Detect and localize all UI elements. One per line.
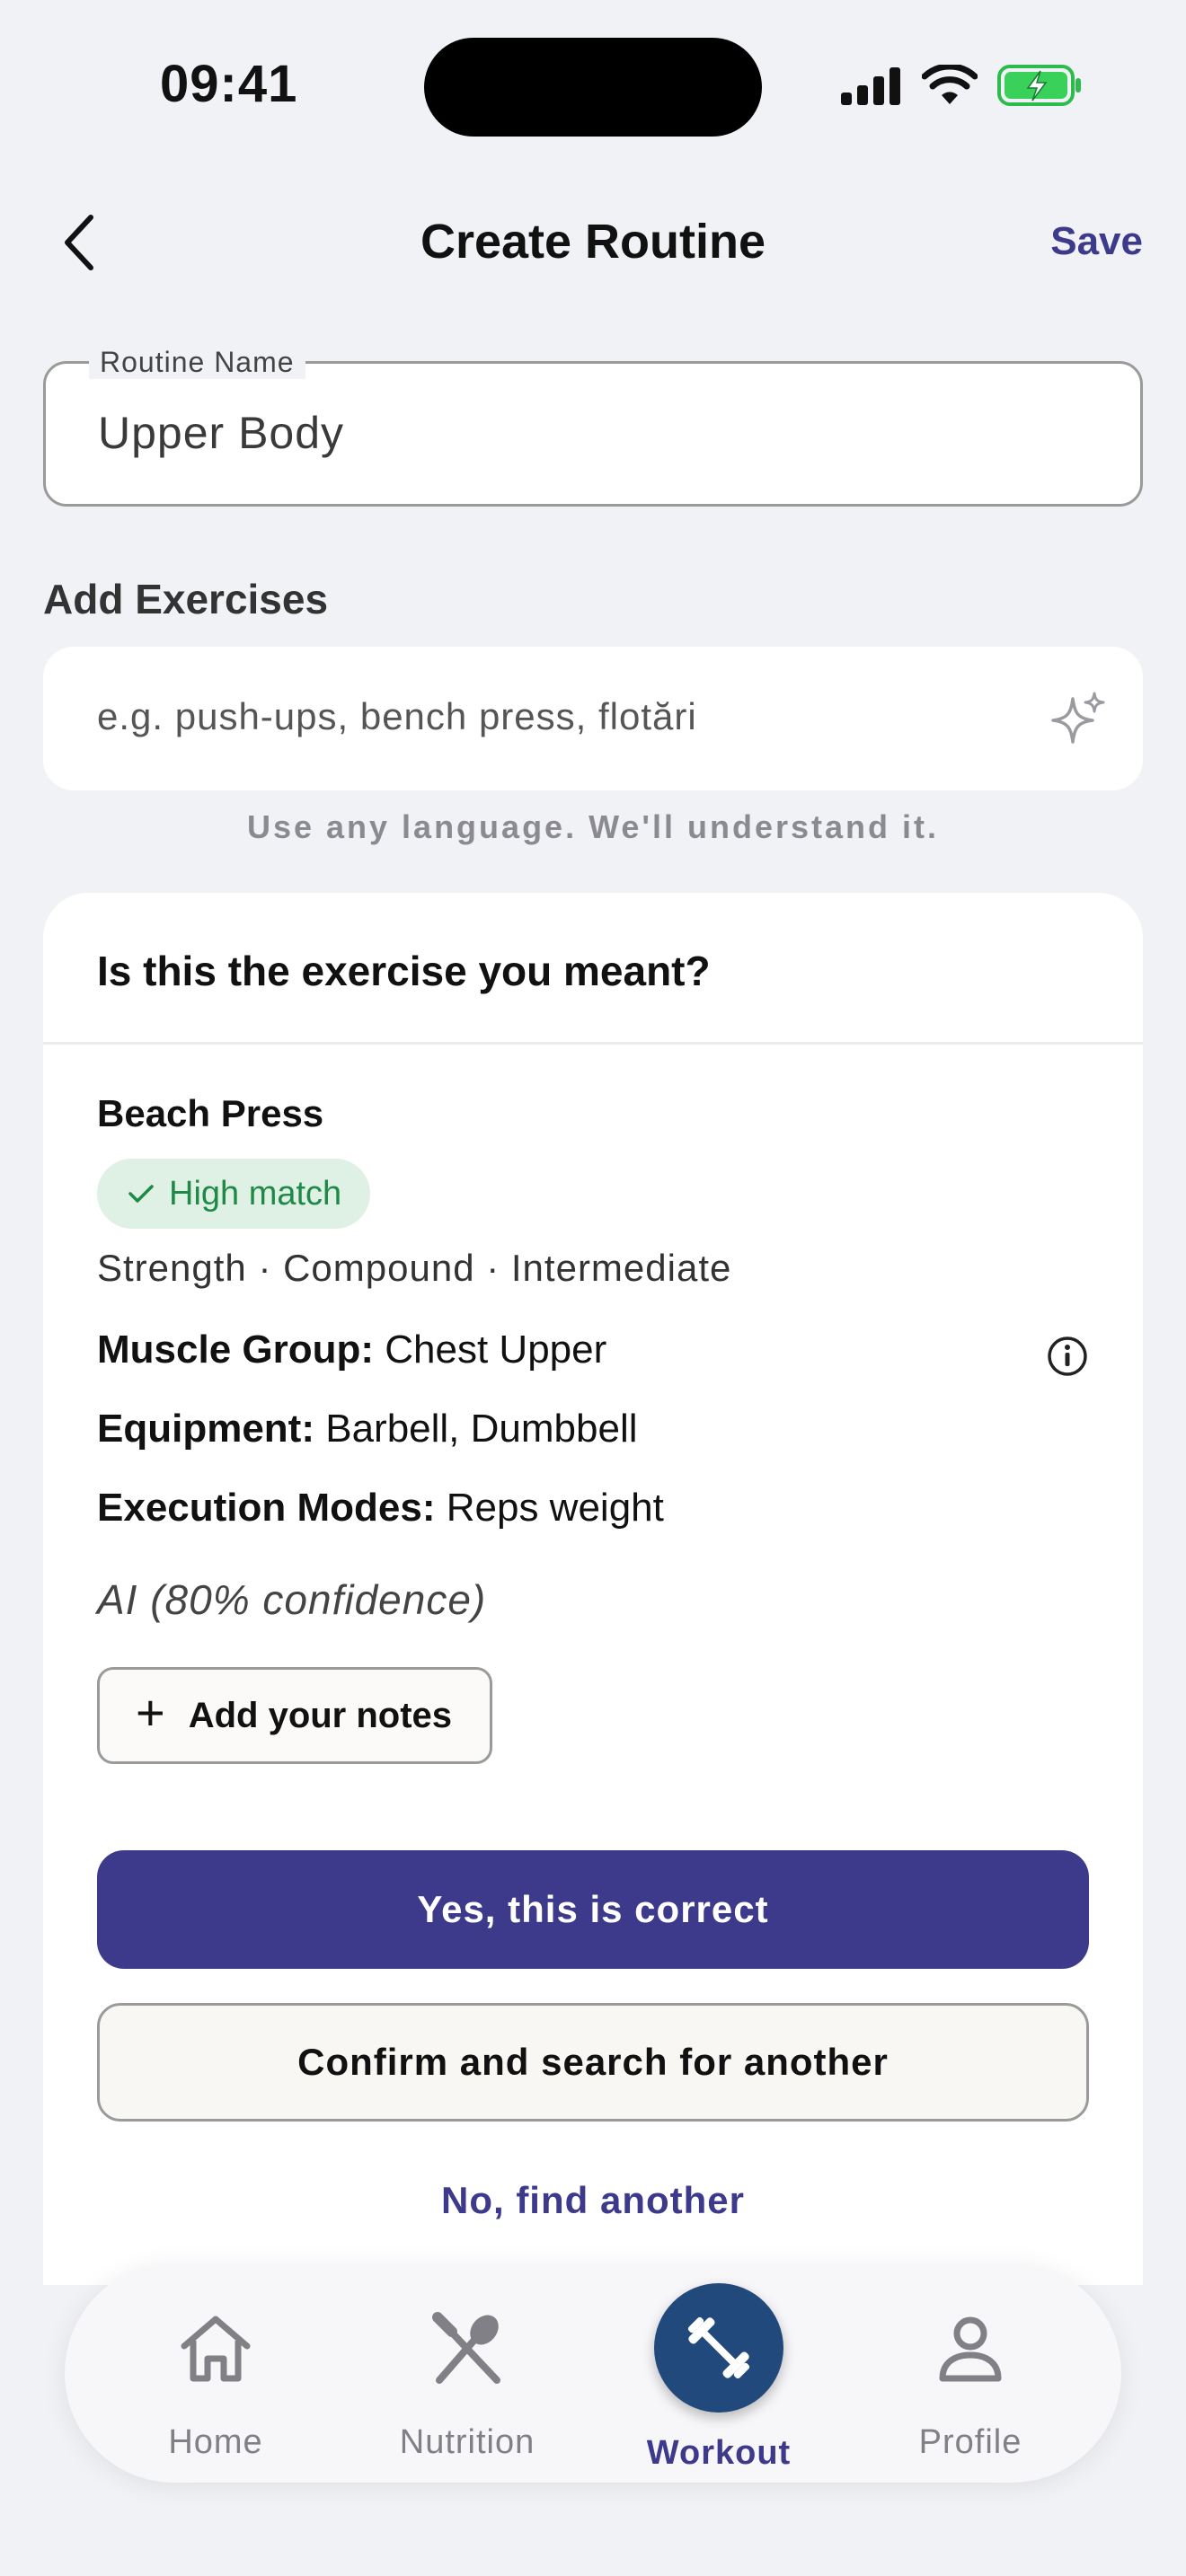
bottom-tab-bar: Home Nutrition Workout Profile (65, 2263, 1121, 2483)
ai-sparkle-icon[interactable] (1049, 690, 1107, 747)
tab-nutrition-label: Nutrition (399, 2423, 535, 2461)
match-badge-label: High match (169, 1174, 342, 1213)
equipment-value: Barbell, Dumbbell (325, 1407, 638, 1451)
tab-profile-label: Profile (918, 2423, 1022, 2461)
workout-active-circle (654, 2283, 783, 2413)
confirm-search-another-button[interactable]: Confirm and search for another (97, 2003, 1089, 2122)
routine-name-value: Upper Body (98, 408, 345, 458)
execution-modes-value: Reps weight (446, 1486, 664, 1530)
tab-workout[interactable]: Workout (620, 2263, 818, 2483)
card-divider (43, 1042, 1143, 1045)
status-bar: 09:41 (0, 0, 1186, 171)
ai-confidence: AI (80% confidence) (97, 1576, 487, 1623)
dynamic-island (424, 38, 762, 137)
tab-home[interactable]: Home (117, 2263, 314, 2483)
confirm-correct-button[interactable]: Yes, this is correct (97, 1850, 1089, 1969)
find-another-link[interactable]: No, find another (43, 2179, 1143, 2222)
exercise-name: Beach Press (97, 1092, 324, 1134)
equipment-row: Equipment: Barbell, Dumbbell (97, 1407, 638, 1451)
wifi-icon (922, 65, 978, 104)
exercise-suggestion-card: Is this the exercise you meant? Beach Pr… (43, 893, 1143, 2285)
tab-home-label: Home (168, 2423, 263, 2461)
routine-name-field[interactable]: Routine Name Upper Body (43, 346, 1143, 507)
execution-modes-row: Execution Modes: Reps weight (97, 1486, 664, 1531)
routine-name-label: Routine Name (89, 346, 305, 379)
dumbbell-icon (687, 2316, 750, 2379)
battery-charging-icon (997, 65, 1081, 106)
suggestion-question: Is this the exercise you meant? (97, 948, 711, 994)
profile-icon (939, 2316, 1002, 2382)
muscle-group-value: Chest Upper (385, 1328, 607, 1372)
status-time: 09:41 (160, 55, 298, 113)
info-icon[interactable] (1046, 1335, 1089, 1378)
tab-nutrition[interactable]: Nutrition (368, 2263, 566, 2483)
muscle-group-label: Muscle Group: (97, 1328, 375, 1372)
signal-icon (841, 67, 900, 105)
search-hint: Use any language. We'll understand it. (246, 808, 940, 845)
home-icon (181, 2316, 251, 2382)
equipment-label: Equipment: (97, 1407, 314, 1451)
status-icons (839, 63, 1084, 108)
exercise-search-input[interactable]: e.g. push-ups, bench press, flotări (43, 647, 1143, 790)
match-badge: High match (97, 1159, 371, 1229)
add-notes-label: Add your notes (188, 1695, 453, 1735)
back-button[interactable] (47, 205, 110, 280)
add-notes-button[interactable]: + Add your notes (97, 1667, 492, 1764)
nutrition-icon (432, 2312, 500, 2384)
tab-workout-label: Workout (646, 2434, 792, 2472)
save-button[interactable]: Save (1050, 219, 1143, 264)
tab-profile[interactable]: Profile (872, 2263, 1069, 2483)
add-exercises-title: Add Exercises (43, 576, 329, 622)
check-icon (128, 1185, 154, 1203)
chevron-left-icon (65, 215, 93, 270)
page-title: Create Routine (420, 215, 766, 269)
exercise-search-placeholder: e.g. push-ups, bench press, flotări (97, 695, 697, 737)
execution-modes-label: Execution Modes: (97, 1486, 436, 1530)
muscle-group-row: Muscle Group: Chest Upper (97, 1328, 606, 1372)
exercise-meta: Strength · Compound · Intermediate (97, 1247, 732, 1289)
plus-icon: + (136, 1684, 165, 1741)
